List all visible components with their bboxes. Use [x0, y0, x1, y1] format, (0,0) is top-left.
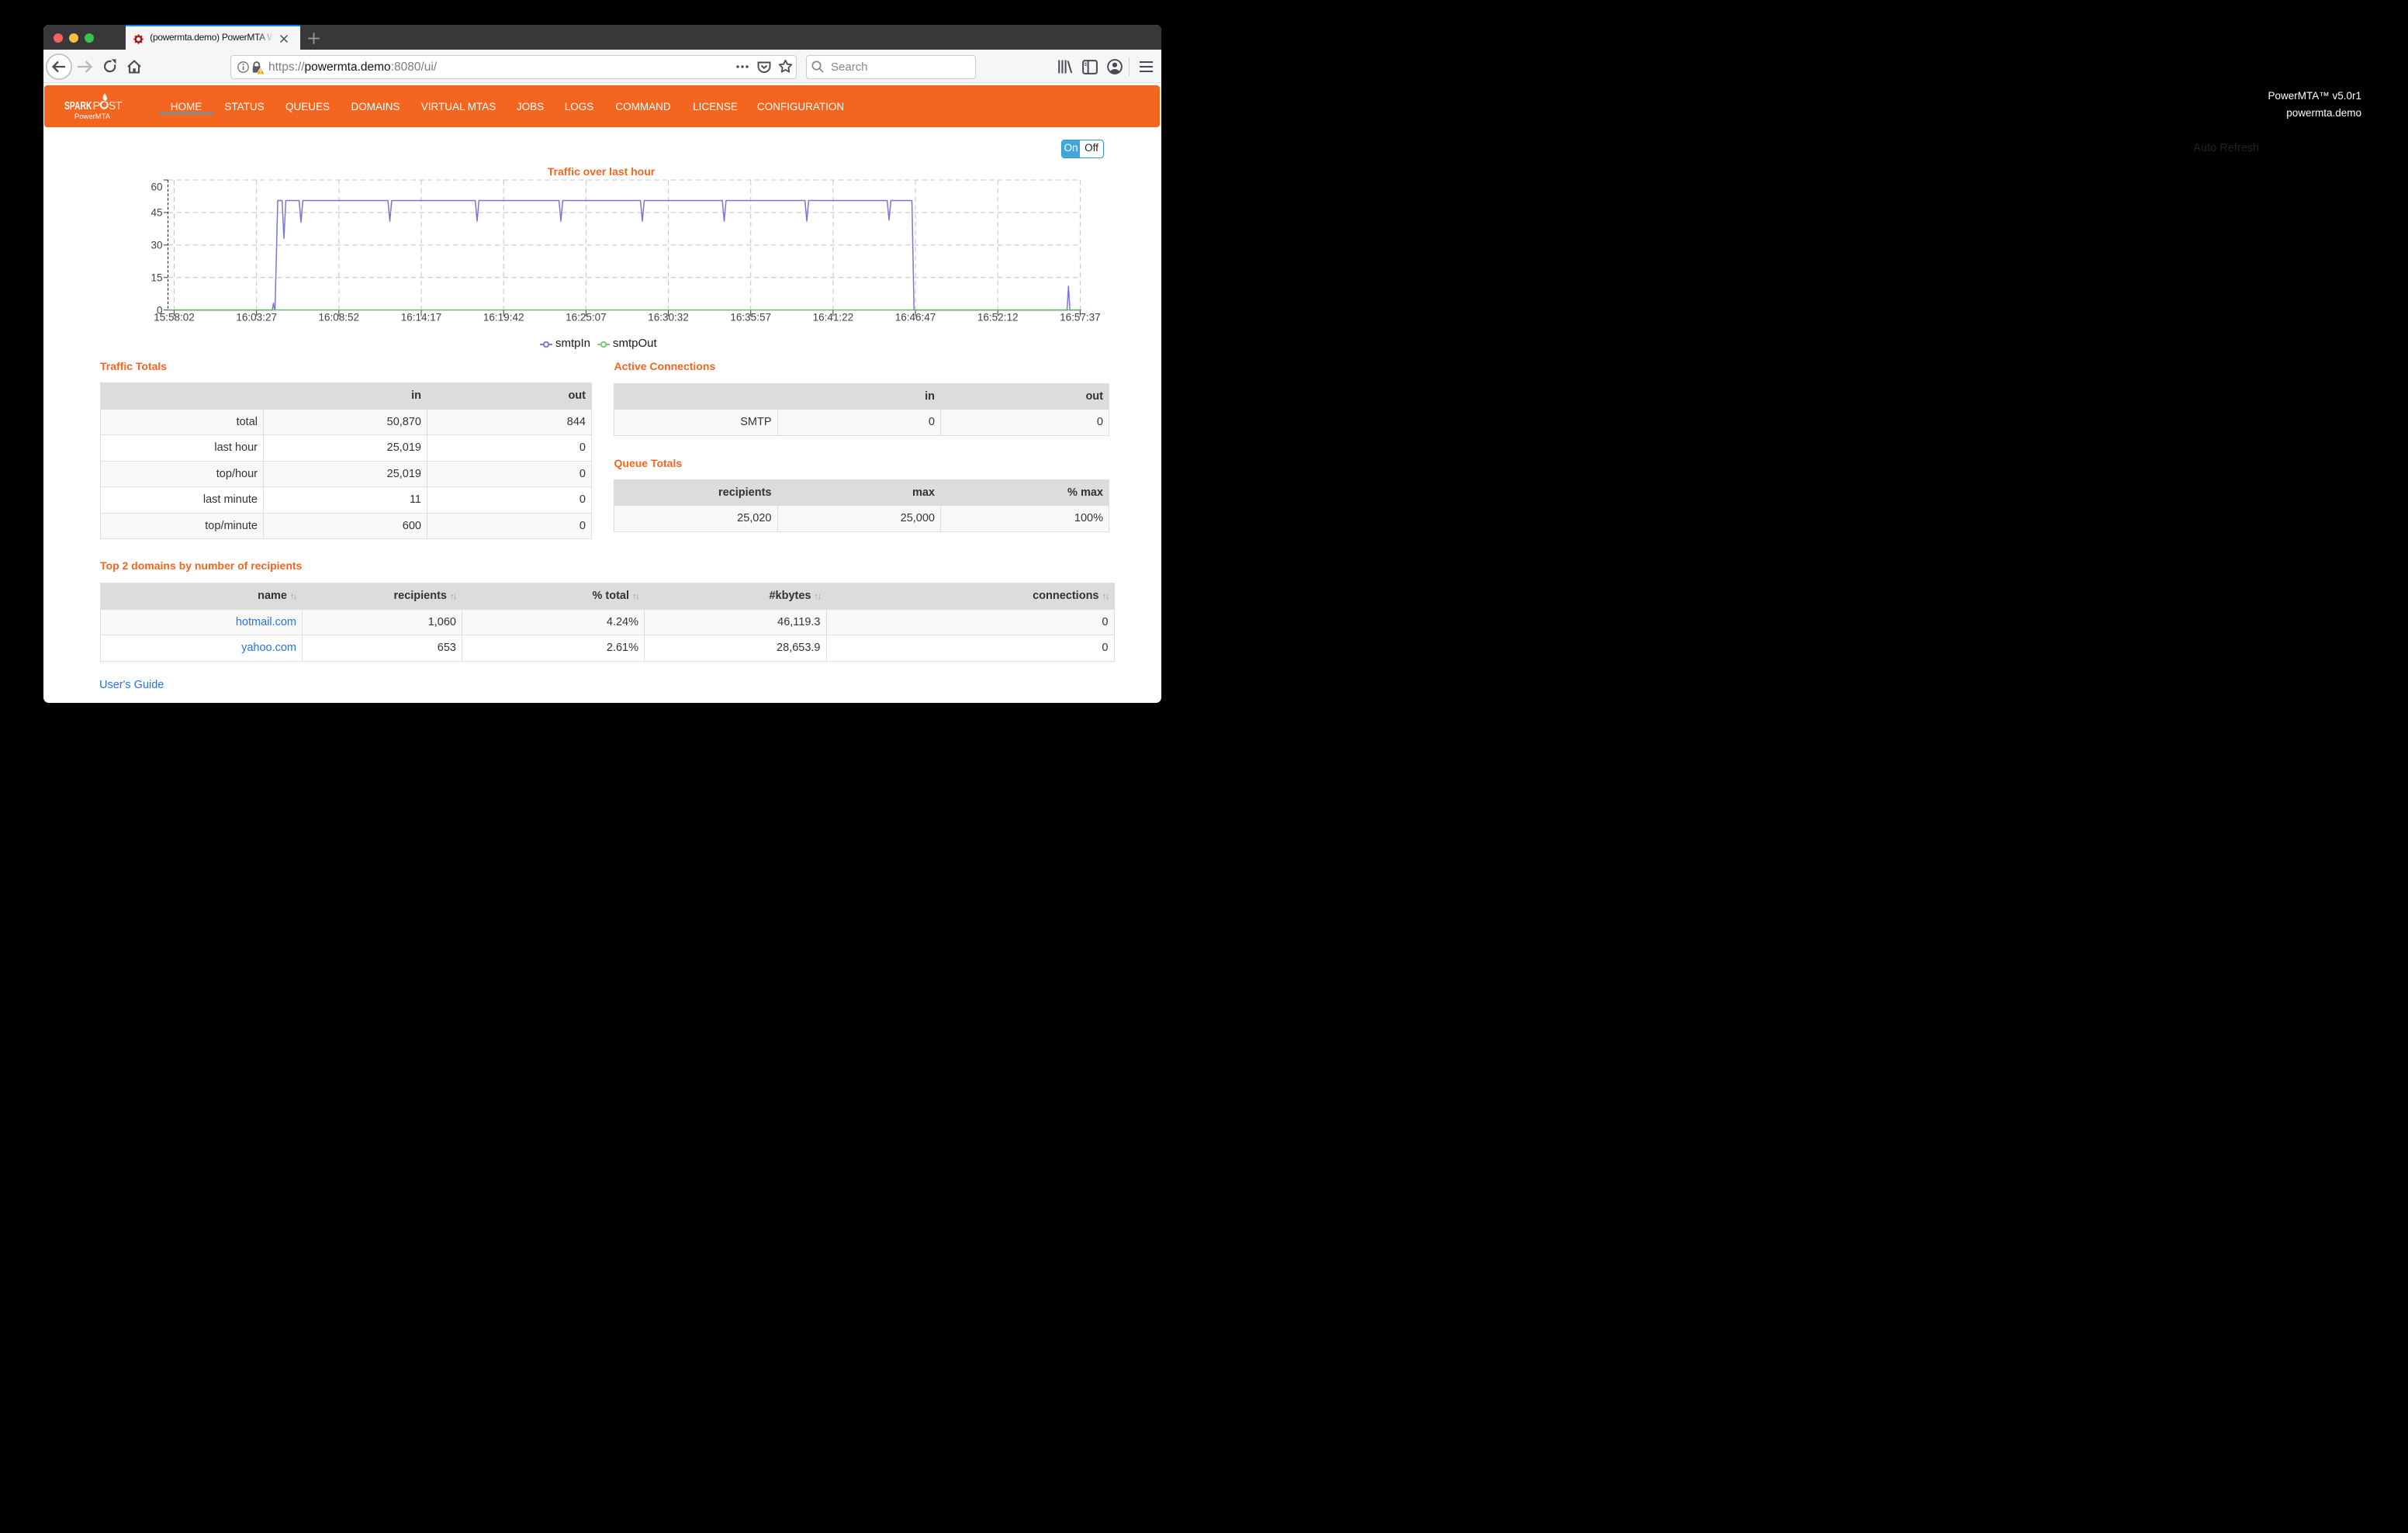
svg-text:16:57:37: 16:57:37 — [1060, 312, 1101, 324]
svg-text:ST: ST — [109, 99, 123, 112]
svg-text:16:14:17: 16:14:17 — [401, 312, 442, 324]
svg-text:16:08:52: 16:08:52 — [319, 312, 360, 324]
svg-text:16:03:27: 16:03:27 — [236, 312, 277, 324]
svg-text:16:52:12: 16:52:12 — [977, 312, 1019, 324]
svg-text:16:19:42: 16:19:42 — [483, 312, 524, 324]
svg-text:16:30:32: 16:30:32 — [648, 312, 689, 324]
svg-text:16:41:22: 16:41:22 — [813, 312, 854, 324]
svg-text:60: 60 — [150, 181, 162, 192]
svg-text:16:46:47: 16:46:47 — [895, 312, 936, 324]
svg-text:30: 30 — [150, 240, 162, 251]
svg-text:16:35:57: 16:35:57 — [730, 312, 771, 324]
svg-text:15:58:02: 15:58:02 — [154, 312, 195, 324]
svg-text:16:25:07: 16:25:07 — [566, 312, 607, 324]
svg-text:45: 45 — [150, 207, 162, 219]
svg-text:P: P — [93, 99, 101, 112]
svg-text:SPARK: SPARK — [64, 99, 92, 112]
svg-text:15: 15 — [150, 272, 162, 284]
